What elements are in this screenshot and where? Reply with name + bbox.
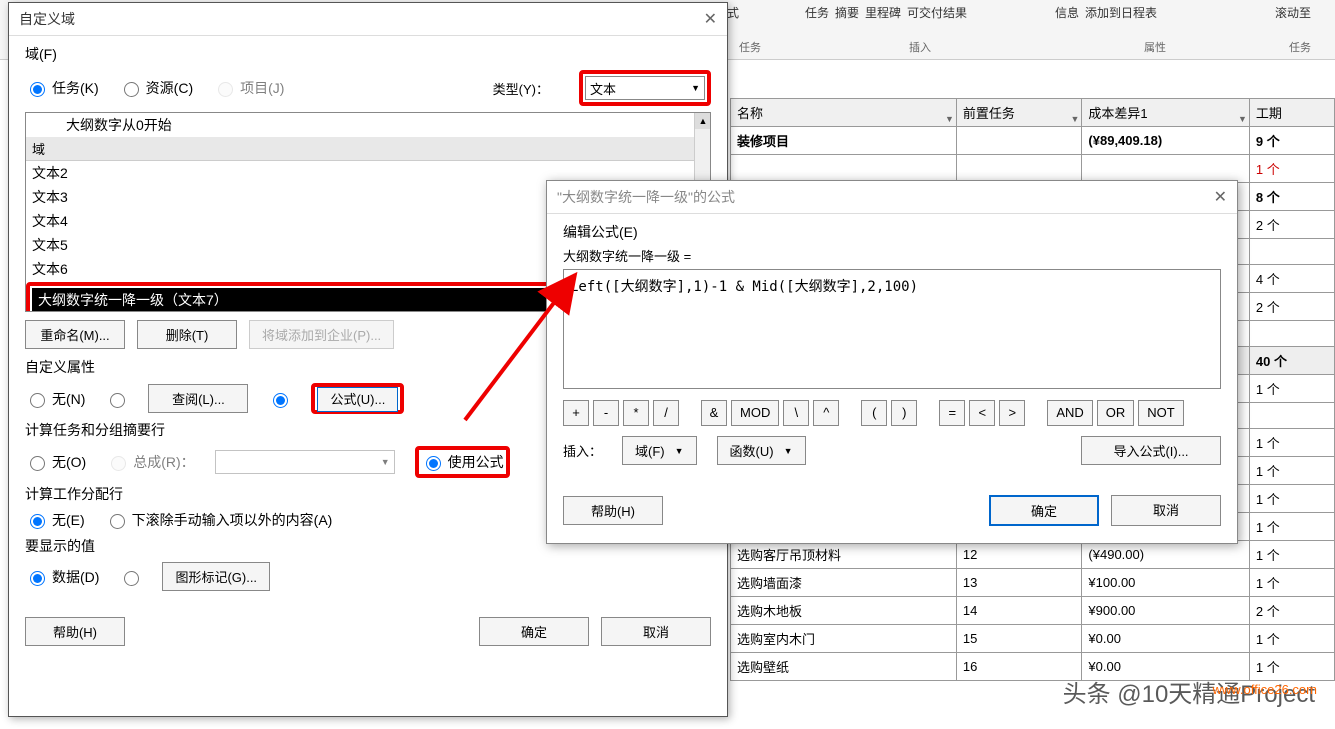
insert-label: 插入： — [563, 441, 602, 460]
ribbon-group-props: 属性 — [1055, 39, 1255, 55]
radio-none-n[interactable]: 无(N) — [25, 389, 85, 409]
operator-button[interactable]: - — [593, 400, 619, 426]
dropdown-icon[interactable]: ▼ — [1238, 114, 1247, 124]
chevron-down-icon: ▼ — [691, 83, 700, 93]
formula-input[interactable] — [563, 269, 1221, 389]
dropdown-icon[interactable]: ▼ — [945, 114, 954, 124]
cancel-button[interactable]: 取消 — [601, 617, 711, 646]
edit-formula-label: 编辑公式(E) — [563, 222, 1221, 242]
chevron-down-icon: ▼ — [784, 446, 793, 456]
lookup-button[interactable]: 查阅(L)... — [148, 384, 248, 413]
ribbon-group-insert: 插入 — [805, 39, 1035, 55]
table-row[interactable]: 选购客厅吊顶材料12(¥490.00)1 个 — [731, 541, 1335, 569]
list-category: 域 — [26, 137, 710, 161]
radio-project[interactable]: 项目(J) — [213, 78, 284, 98]
operator-button[interactable]: ^ — [813, 400, 839, 426]
help-button[interactable]: 帮助(H) — [25, 617, 125, 646]
rollup-select: ▼ — [215, 450, 395, 474]
graphic-button[interactable]: 图形标记(G)... — [162, 562, 270, 591]
add-enterprise-button: 将域添加到企业(P)... — [249, 320, 394, 349]
operator-button[interactable]: ( — [861, 400, 887, 426]
cancel-button-2[interactable]: 取消 — [1111, 495, 1221, 526]
use-formula-highlight: 使用公式 — [415, 446, 510, 478]
table-row[interactable]: 装修项目(¥89,409.18)9 个 — [731, 127, 1335, 155]
operator-button[interactable]: & — [701, 400, 727, 426]
radio-data[interactable]: 数据(D) — [25, 567, 99, 587]
radio-task[interactable]: 任务(K) — [25, 78, 99, 98]
col-pred[interactable]: 前置任务▼ — [956, 99, 1082, 127]
radio-resource[interactable]: 资源(C) — [119, 78, 193, 98]
list-top[interactable]: 大纲数字从0开始 — [26, 113, 710, 137]
field-eq-label: 大纲数字统一降一级 = — [563, 246, 1221, 265]
watermark-site: www.office26.com — [1212, 682, 1317, 697]
operator-button[interactable]: \ — [783, 400, 809, 426]
col-duration[interactable]: 工期 — [1249, 99, 1334, 127]
col-name[interactable]: 名称▼ — [731, 99, 957, 127]
table-row[interactable]: 选购室内木门15¥0.001 个 — [731, 625, 1335, 653]
ribbon-task[interactable]: 任务 — [805, 4, 829, 21]
close-icon[interactable]: ✕ — [1214, 187, 1227, 207]
type-label: 类型(Y)： — [493, 79, 549, 98]
dialog2-title: "大纲数字统一降一级"的公式 — [557, 187, 735, 207]
ribbon-add-timeline[interactable]: 添加到日程表 — [1085, 4, 1157, 21]
radio-none-o[interactable]: 无(O) — [25, 452, 86, 472]
ribbon-deliverable[interactable]: 可交付结果 — [907, 4, 967, 21]
table-row[interactable]: 选购墙面漆13¥100.001 个 — [731, 569, 1335, 597]
operator-row: +-*/&MOD\^ () =<> ANDORNOT — [563, 400, 1221, 426]
ribbon-scroll[interactable]: 滚动至 — [1275, 4, 1311, 21]
radio-lookup-dot[interactable] — [105, 390, 128, 408]
import-formula-button[interactable]: 导入公式(I)... — [1081, 436, 1221, 465]
table-row[interactable]: 1 个 — [731, 155, 1335, 183]
ribbon-info[interactable]: 信息 — [1055, 4, 1079, 21]
col-costvar[interactable]: 成本差异1▼ — [1082, 99, 1249, 127]
operator-button[interactable]: MOD — [731, 400, 779, 426]
ribbon-milestone[interactable]: 里程碑 — [865, 4, 901, 21]
ok-button[interactable]: 确定 — [479, 617, 589, 646]
operator-button[interactable]: NOT — [1138, 400, 1183, 426]
dropdown-icon[interactable]: ▼ — [1071, 114, 1080, 124]
ribbon-summary[interactable]: 摘要 — [835, 4, 859, 21]
operator-button[interactable]: / — [653, 400, 679, 426]
radio-use-formula[interactable]: 使用公式 — [421, 452, 504, 472]
delete-button[interactable]: 删除(T) — [137, 320, 237, 349]
function-dropdown-button[interactable]: 函数(U)▼ — [717, 436, 806, 465]
operator-button[interactable]: + — [563, 400, 589, 426]
type-select[interactable]: 文本▼ — [585, 76, 705, 100]
ribbon-task2: 任务 — [1275, 39, 1325, 55]
table-row[interactable]: 选购木地板14¥900.002 个 — [731, 597, 1335, 625]
operator-button[interactable]: = — [939, 400, 965, 426]
field-label: 域(F) — [25, 44, 711, 64]
radio-formula[interactable] — [268, 390, 291, 408]
table-row[interactable]: 选购壁纸16¥0.001 个 — [731, 653, 1335, 681]
scroll-up-icon[interactable]: ▲ — [695, 113, 711, 129]
operator-button[interactable]: > — [999, 400, 1025, 426]
field-dropdown-button[interactable]: 域(F)▼ — [622, 436, 697, 465]
operator-button[interactable]: * — [623, 400, 649, 426]
rename-button[interactable]: 重命名(M)... — [25, 320, 125, 349]
ok-button-2[interactable]: 确定 — [989, 495, 1099, 526]
operator-button[interactable]: ) — [891, 400, 917, 426]
dialog1-title: 自定义域 — [19, 9, 75, 29]
operator-button[interactable]: AND — [1047, 400, 1092, 426]
formula-highlight: 公式(U)... — [311, 383, 404, 414]
operator-button[interactable]: < — [969, 400, 995, 426]
chevron-down-icon: ▼ — [675, 446, 684, 456]
formula-dialog: "大纲数字统一降一级"的公式 ✕ 编辑公式(E) 大纲数字统一降一级 = +-*… — [546, 180, 1238, 544]
operator-button[interactable]: OR — [1097, 400, 1135, 426]
radio-graphic-dot[interactable] — [119, 568, 142, 586]
close-icon[interactable]: ✕ — [704, 9, 717, 29]
radio-rollup[interactable]: 总成(R)： — [106, 452, 194, 472]
type-highlight: 文本▼ — [579, 70, 711, 106]
radio-manual[interactable]: 下滚除手动输入项以外的内容(A) — [105, 510, 333, 530]
radio-none-e[interactable]: 无(E) — [25, 510, 85, 530]
formula-button[interactable]: 公式(U)... — [317, 387, 398, 412]
help-button-2[interactable]: 帮助(H) — [563, 496, 663, 525]
